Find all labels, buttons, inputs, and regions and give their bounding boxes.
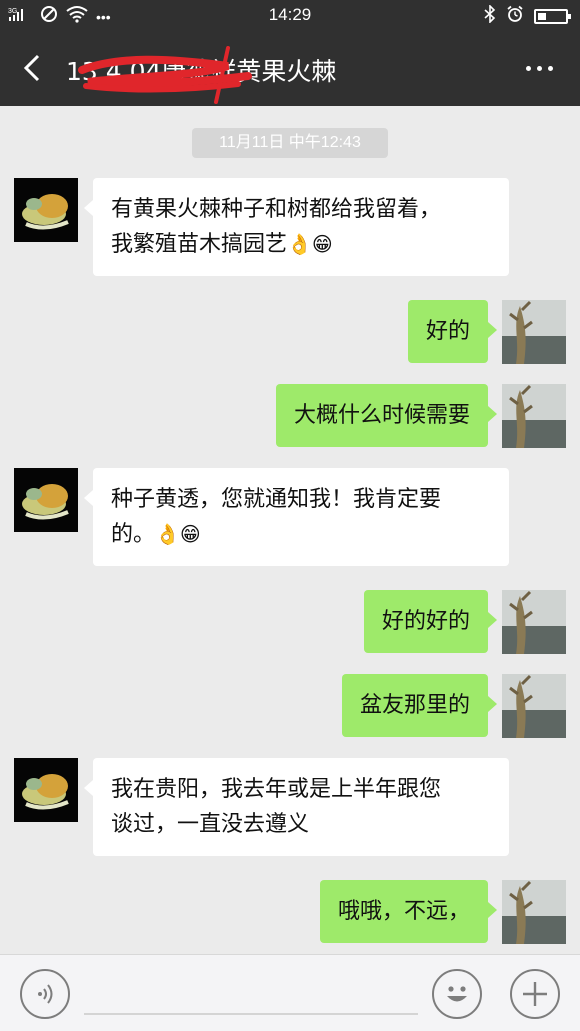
message-bubble-incoming[interactable]: 我在贵阳，我去年或是上半年跟您 谈过，一直没去遵义 bbox=[84, 758, 509, 856]
chat-header: 13 4 04唐德祥黄果火棘 bbox=[0, 30, 580, 106]
message-text: 我在贵阳，我去年或是上半年跟您 bbox=[111, 777, 442, 802]
my-avatar[interactable] bbox=[502, 590, 566, 654]
message-text: 种子黄透，您就通知我！我肯定要 bbox=[111, 487, 442, 512]
message-bubble-outgoing[interactable]: 盆友那里的 bbox=[341, 674, 498, 737]
my-avatar[interactable] bbox=[502, 674, 566, 738]
message-text: 我繁殖苗木搞园艺 bbox=[111, 232, 288, 257]
ok-hand-emoji-icon: 👌😁 bbox=[287, 232, 333, 256]
voice-input-button[interactable] bbox=[20, 969, 70, 1019]
more-options-button[interactable] bbox=[522, 54, 558, 84]
voice-icon bbox=[38, 984, 53, 1004]
avatar-image bbox=[502, 300, 566, 364]
message-text: 好的 bbox=[425, 319, 470, 344]
my-avatar[interactable] bbox=[502, 880, 566, 944]
chat-input-bar bbox=[0, 954, 580, 1031]
contact-avatar[interactable] bbox=[14, 178, 78, 242]
message-text: 有黄果火棘种子和树都给我留着， bbox=[111, 197, 442, 222]
emoji-button[interactable] bbox=[432, 969, 482, 1019]
contact-avatar[interactable] bbox=[14, 468, 78, 532]
avatar-image bbox=[14, 178, 78, 242]
message-bubble-outgoing[interactable]: 好的 bbox=[407, 300, 498, 363]
my-avatar[interactable] bbox=[502, 384, 566, 448]
message-text: 盆友那里的 bbox=[359, 693, 470, 718]
message-text: 大概什么时候需要 bbox=[293, 403, 470, 428]
message-bubble-outgoing[interactable]: 好的好的 bbox=[363, 590, 498, 653]
status-bar: 3G ••• 14:29 bbox=[0, 0, 580, 30]
redaction-scribble bbox=[78, 46, 252, 104]
chevron-left-icon bbox=[23, 54, 40, 82]
message-input[interactable] bbox=[84, 1013, 418, 1015]
bluetooth-icon bbox=[484, 4, 496, 28]
emoji-face-icon bbox=[447, 986, 467, 1002]
message-list[interactable]: 11月11日 中午12:43 有黄果火棘种子和树都给我留着， 我繁殖苗木搞园艺👌… bbox=[0, 106, 580, 954]
status-right-icons bbox=[484, 4, 571, 28]
message-text: 谈过，一直没去遵义 bbox=[111, 812, 310, 837]
message-bubble-outgoing[interactable]: 哦哦，不远， bbox=[319, 880, 498, 943]
more-functions-button[interactable] bbox=[510, 969, 560, 1019]
message-bubble-incoming[interactable]: 种子黄透，您就通知我！我肯定要 的。👌😁 bbox=[84, 468, 509, 566]
message-text: 的。 bbox=[111, 522, 156, 547]
timestamp-badge: 11月11日 中午12:43 bbox=[192, 128, 388, 158]
more-dots-icon bbox=[526, 66, 531, 71]
alarm-icon bbox=[506, 5, 524, 28]
ok-hand-emoji-icon: 👌😁 bbox=[155, 522, 201, 546]
contact-avatar[interactable] bbox=[14, 758, 78, 822]
plus-icon bbox=[523, 982, 547, 1006]
message-bubble-outgoing[interactable]: 大概什么时候需要 bbox=[275, 384, 498, 447]
back-button[interactable] bbox=[16, 48, 56, 88]
battery-icon bbox=[534, 9, 571, 24]
message-text: 好的好的 bbox=[381, 609, 470, 634]
message-bubble-incoming[interactable]: 有黄果火棘种子和树都给我留着， 我繁殖苗木搞园艺👌😁 bbox=[84, 178, 509, 276]
message-text: 哦哦，不远， bbox=[337, 899, 470, 924]
my-avatar[interactable] bbox=[502, 300, 566, 364]
